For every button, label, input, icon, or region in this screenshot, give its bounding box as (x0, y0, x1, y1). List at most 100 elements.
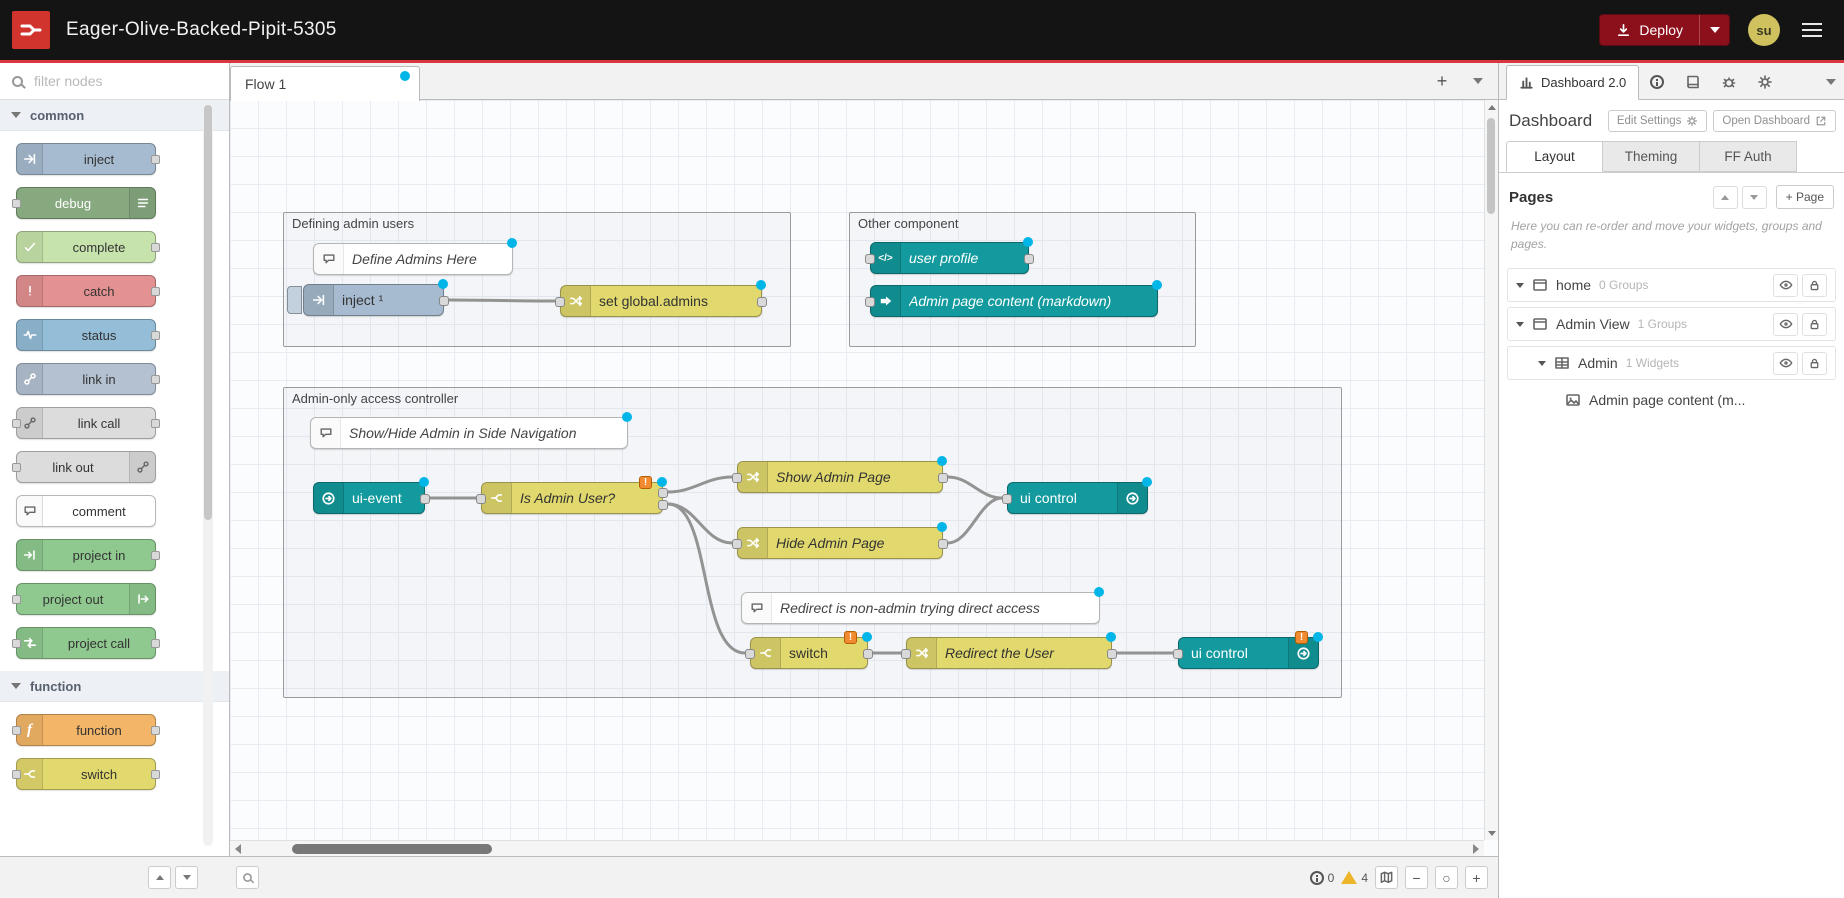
output-port[interactable] (757, 297, 767, 307)
lock-toggle-button[interactable] (1802, 352, 1827, 375)
input-port[interactable] (732, 473, 742, 483)
palette-node-catch[interactable]: catch (16, 275, 156, 307)
add-page-button[interactable]: + Page (1776, 185, 1834, 209)
visibility-toggle-button[interactable] (1773, 352, 1798, 375)
input-port[interactable] (901, 649, 911, 659)
scrollbar-thumb[interactable] (292, 844, 492, 854)
tab-flow-1[interactable]: Flow 1 (230, 66, 420, 101)
search-flows-button[interactable] (236, 866, 259, 889)
input-port[interactable] (732, 539, 742, 549)
palette-node-switch[interactable]: switch (16, 758, 156, 790)
canvas-vertical-scrollbar[interactable] (1484, 100, 1498, 840)
palette-search-input[interactable] (32, 72, 217, 90)
palette-node-comment[interactable]: comment (16, 495, 156, 527)
input-port[interactable] (865, 254, 875, 264)
sidebar-tab-list-button[interactable] (1826, 65, 1836, 99)
node-change-hide-admin-page[interactable]: Hide Admin Page (737, 527, 943, 559)
output-port[interactable] (420, 494, 430, 504)
node-comment-redirect-non-admin[interactable]: Redirect is non-admin trying direct acce… (741, 592, 1100, 624)
node-ui-control-top[interactable]: ui control (1007, 482, 1148, 514)
zoom-in-button[interactable]: + (1465, 866, 1488, 889)
collapse-all-button[interactable] (1713, 186, 1738, 209)
zoom-out-button[interactable]: − (1405, 866, 1428, 889)
output-port[interactable] (938, 539, 948, 549)
visibility-toggle-button[interactable] (1773, 313, 1798, 336)
lock-toggle-button[interactable] (1802, 313, 1827, 336)
inject-button[interactable] (287, 286, 302, 314)
node-ui-template-user-profile[interactable]: </> user profile (870, 242, 1029, 274)
output-port-1[interactable] (658, 488, 668, 498)
output-port[interactable] (863, 649, 873, 659)
node-ui-markdown-admin-page-content[interactable]: Admin page content (markdown) (870, 285, 1158, 317)
node-comment-define-admins[interactable]: Define Admins Here (313, 243, 513, 275)
tab-ff-auth[interactable]: FF Auth (1700, 141, 1797, 172)
input-port[interactable] (555, 297, 565, 307)
tree-row-home[interactable]: home 0 Groups (1507, 268, 1836, 302)
navigator-button[interactable] (1375, 866, 1398, 889)
chevron-down-icon[interactable] (1516, 322, 1524, 327)
node-ui-event[interactable]: ui-event (313, 482, 425, 514)
palette-collapse-categories-button[interactable] (148, 866, 171, 889)
canvas-horizontal-scrollbar[interactable] (230, 840, 1484, 856)
scroll-left-arrow[interactable] (230, 841, 246, 857)
node-change-redirect-the-user[interactable]: Redirect the User (906, 637, 1112, 669)
palette-node-link-in[interactable]: link in (16, 363, 156, 395)
palette-category-common[interactable]: common (0, 100, 229, 131)
user-avatar[interactable]: su (1748, 14, 1780, 46)
node-inject[interactable]: inject ¹ (303, 284, 444, 316)
scroll-up-arrow[interactable] (1485, 100, 1499, 114)
output-port[interactable] (1024, 254, 1034, 264)
palette-expand-categories-button[interactable] (175, 866, 198, 889)
palette-node-project-out[interactable]: project out (16, 583, 156, 615)
input-port[interactable] (1002, 494, 1012, 504)
palette-node-project-in[interactable]: project in (16, 539, 156, 571)
lock-toggle-button[interactable] (1802, 274, 1827, 297)
tab-debug[interactable] (1711, 65, 1747, 99)
flow-canvas[interactable]: Defining admin users Other component Adm… (230, 100, 1484, 840)
tab-help[interactable] (1675, 65, 1711, 99)
palette-node-link-call[interactable]: link call (16, 407, 156, 439)
input-port[interactable] (745, 649, 755, 659)
scrollbar-thumb[interactable] (204, 105, 212, 520)
tree-row-admin-page-content[interactable]: Admin page content (m... (1507, 385, 1836, 415)
edit-settings-button[interactable]: Edit Settings (1608, 110, 1708, 132)
tab-info[interactable] (1639, 65, 1675, 99)
tree-row-admin-group[interactable]: Admin 1 Widgets (1507, 346, 1836, 380)
tree-row-admin-view[interactable]: Admin View 1 Groups (1507, 307, 1836, 341)
palette-scrollbar[interactable] (203, 105, 213, 846)
scroll-down-arrow[interactable] (1485, 826, 1499, 840)
error-count[interactable]: 0 (1310, 871, 1335, 885)
flow-list-button[interactable] (1466, 69, 1490, 93)
node-change-show-admin-page[interactable]: Show Admin Page (737, 461, 943, 493)
palette-node-complete[interactable]: complete (16, 231, 156, 263)
node-comment-show-hide-admin[interactable]: Show/Hide Admin in Side Navigation (310, 417, 628, 449)
tab-dashboard-2[interactable]: Dashboard 2.0 (1506, 65, 1639, 100)
add-flow-button[interactable]: + (1430, 69, 1454, 93)
zoom-reset-button[interactable]: ○ (1435, 866, 1458, 889)
main-menu-button[interactable] (1798, 19, 1826, 41)
tab-layout[interactable]: Layout (1506, 141, 1603, 172)
palette-node-function[interactable]: f function (16, 714, 156, 746)
chevron-down-icon[interactable] (1538, 361, 1546, 366)
node-change-set-global-admins[interactable]: set global.admins (560, 285, 762, 317)
warning-count[interactable]: 4 (1341, 871, 1368, 885)
palette-node-inject[interactable]: inject (16, 143, 156, 175)
scrollbar-thumb[interactable] (1487, 118, 1495, 214)
open-dashboard-button[interactable]: Open Dashboard (1713, 110, 1836, 132)
palette-node-link-out[interactable]: link out (16, 451, 156, 483)
deploy-options-button[interactable] (1699, 15, 1729, 45)
palette-node-status[interactable]: status (16, 319, 156, 351)
visibility-toggle-button[interactable] (1773, 274, 1798, 297)
chevron-down-icon[interactable] (1516, 283, 1524, 288)
scroll-right-arrow[interactable] (1468, 841, 1484, 857)
node-switch-is-admin-user[interactable]: Is Admin User? ! (481, 482, 663, 514)
node-switch[interactable]: switch ! (750, 637, 868, 669)
palette-node-project-call[interactable]: project call (16, 627, 156, 659)
input-port[interactable] (1173, 649, 1183, 659)
palette-category-function[interactable]: function (0, 671, 229, 702)
output-port[interactable] (1107, 649, 1117, 659)
tab-config-nodes[interactable] (1747, 65, 1783, 99)
input-port[interactable] (865, 297, 875, 307)
input-port[interactable] (476, 494, 486, 504)
palette-node-debug[interactable]: debug (16, 187, 156, 219)
